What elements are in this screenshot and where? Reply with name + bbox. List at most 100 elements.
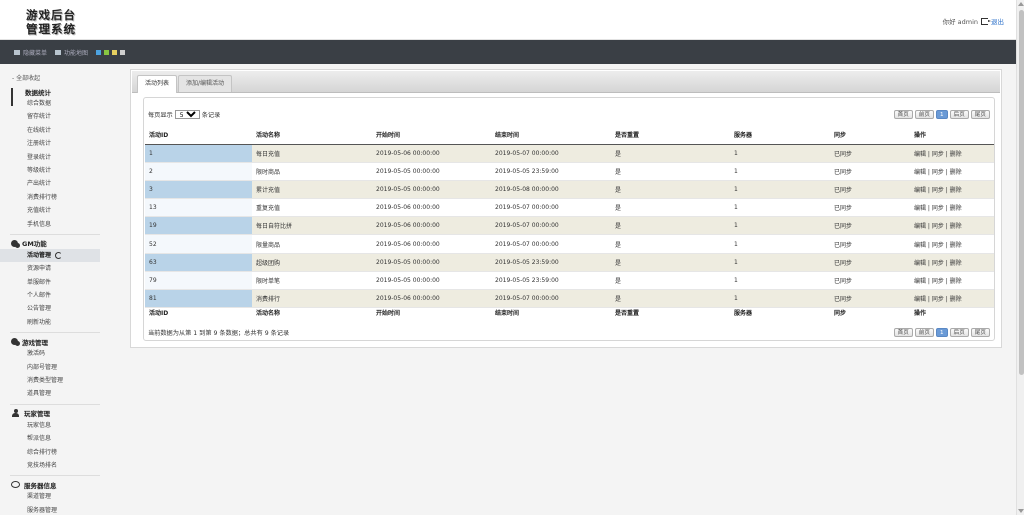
table-row[interactable]: 52 限量商品 2019-05-06 00:00:00 2019-05-07 00:0… bbox=[145, 234, 994, 254]
tab-activity-list[interactable]: 活动列表 bbox=[137, 75, 178, 93]
column-header[interactable]: 开始时间 bbox=[372, 126, 491, 145]
column-header[interactable]: 是否重置 bbox=[611, 126, 730, 145]
sidebar-item[interactable]: 服务器管理 bbox=[0, 504, 100, 515]
sidebar-item[interactable]: 资源申请 bbox=[0, 262, 100, 275]
row-actions[interactable]: 编辑 | 同步 | 删除 bbox=[910, 162, 994, 181]
column-header[interactable]: 操作 bbox=[910, 126, 994, 145]
row-actions[interactable]: 编辑 | 同步 | 删除 bbox=[910, 289, 994, 309]
app-logo[interactable]: 游戏后台 管理系统 bbox=[26, 8, 86, 36]
pager-first[interactable]: 首页 bbox=[893, 327, 913, 337]
row-actions[interactable]: 编辑 | 同步 | 删除 bbox=[910, 144, 994, 163]
table-row[interactable]: 63 超级团购 2019-05-05 00:00:00 2019-05-05 23:5… bbox=[145, 253, 994, 272]
scroll-thumb[interactable] bbox=[1018, 10, 1024, 375]
sidebar-item[interactable]: 消费类型管理 bbox=[0, 374, 100, 387]
column-header[interactable]: 服务器 bbox=[730, 307, 830, 318]
table-cell: 是 bbox=[611, 234, 730, 254]
sidebar-item[interactable]: 刷新功能 bbox=[0, 316, 100, 329]
sidebar-item[interactable]: 手机信息 bbox=[0, 218, 100, 231]
collapse-all-link[interactable]: - 全部收起 bbox=[0, 64, 100, 83]
column-header[interactable]: 同步 bbox=[830, 126, 910, 145]
sidebar-item[interactable]: 活动管理 bbox=[0, 248, 100, 263]
column-header[interactable]: 开始时间 bbox=[372, 307, 491, 318]
pager-last[interactable]: 尾页 bbox=[970, 327, 990, 337]
sidebar-section-header[interactable]: 玩家管理 bbox=[0, 408, 100, 419]
table-cell: 2019-05-07 00:00:00 bbox=[491, 144, 611, 163]
sidebar-item[interactable]: 在线统计 bbox=[0, 124, 100, 137]
sidebar-section-header[interactable]: GM功能 bbox=[0, 238, 100, 249]
pager-current[interactable]: 1 bbox=[936, 109, 948, 119]
row-actions[interactable]: 编辑 | 同步 | 删除 bbox=[910, 271, 994, 291]
sidebar-item[interactable]: 充值统计 bbox=[0, 204, 100, 217]
table-row[interactable]: 1 每日充值 2019-05-06 00:00:00 2019-05-07 00:00… bbox=[145, 144, 994, 163]
table-row[interactable]: 81 消费排行 2019-05-06 00:00:00 2019-05-07 00:0… bbox=[145, 289, 994, 309]
sidebar-item[interactable]: 等级统计 bbox=[0, 164, 100, 177]
table-row[interactable]: 3 累计充值 2019-05-05 00:00:00 2019-05-08 00:00… bbox=[145, 180, 994, 200]
table-row[interactable]: 13 重复充值 2019-05-06 00:00:00 2019-05-07 00:0… bbox=[145, 198, 994, 218]
pager-next[interactable]: 后页 bbox=[949, 327, 969, 337]
sidebar-section: 服务器信息 渠道管理 服务器管理 bbox=[0, 479, 100, 515]
column-header[interactable]: 操作 bbox=[910, 307, 994, 318]
logout-link[interactable]: 退出 bbox=[991, 16, 1004, 26]
sidebar-item[interactable]: 消费排行榜 bbox=[0, 191, 100, 204]
sidebar-item[interactable]: 产出统计 bbox=[0, 177, 100, 190]
column-header[interactable]: 活动ID bbox=[145, 126, 252, 145]
row-actions[interactable]: 编辑 | 同步 | 删除 bbox=[910, 198, 994, 218]
theme-swatch[interactable] bbox=[120, 49, 126, 55]
table-cell: 限时商品 bbox=[252, 162, 372, 181]
sidebar-item[interactable]: 激活码 bbox=[0, 347, 100, 360]
page-size-select[interactable]: 50 bbox=[174, 109, 200, 119]
table-row[interactable]: 2 限时商品 2019-05-05 00:00:00 2019-05-05 23:59… bbox=[145, 162, 994, 181]
sidebar-item[interactable]: 综合数据 bbox=[0, 97, 100, 110]
sidebar-item[interactable]: 综合排行榜 bbox=[0, 446, 100, 459]
sidebar-section-header[interactable]: 游戏管理 bbox=[0, 336, 100, 347]
sidebar-section-header[interactable]: 数据统计 bbox=[0, 86, 100, 106]
hide-menu-button[interactable]: 隐藏菜单 bbox=[14, 48, 47, 57]
row-actions[interactable]: 编辑 | 同步 | 删除 bbox=[910, 216, 994, 236]
pager-first[interactable]: 首页 bbox=[893, 109, 913, 119]
logo-line-2: 管理系统 bbox=[26, 22, 76, 36]
row-actions[interactable]: 编辑 | 同步 | 删除 bbox=[910, 180, 994, 200]
row-actions[interactable]: 编辑 | 同步 | 删除 bbox=[910, 234, 994, 254]
sidebar-item[interactable]: 渠道管理 bbox=[0, 490, 100, 503]
sidebar-item[interactable]: 竞技场排名 bbox=[0, 459, 100, 472]
column-header[interactable]: 结束时间 bbox=[491, 126, 611, 145]
scroll-down-arrow-icon[interactable] bbox=[1018, 509, 1024, 513]
theme-swatch[interactable] bbox=[104, 49, 110, 55]
pager-prev[interactable]: 前页 bbox=[914, 327, 935, 337]
function-map-button[interactable]: 功能地图 bbox=[55, 48, 88, 57]
table-row[interactable]: 19 每日自符比拼 2019-05-06 00:00:00 2019-05-07 00… bbox=[145, 216, 994, 236]
refresh-icon[interactable] bbox=[55, 252, 63, 260]
sidebar-item[interactable]: 玩家信息 bbox=[0, 419, 100, 432]
logout-icon[interactable] bbox=[981, 17, 991, 25]
column-header[interactable]: 是否重置 bbox=[611, 307, 730, 318]
sidebar-item[interactable]: 个人邮件 bbox=[0, 289, 100, 302]
sidebar-item[interactable]: 留存统计 bbox=[0, 110, 100, 123]
pager-next[interactable]: 后页 bbox=[949, 109, 969, 119]
column-header[interactable]: 服务器 bbox=[730, 126, 830, 145]
pager-current[interactable]: 1 bbox=[936, 327, 948, 337]
sidebar-item[interactable]: 内部号管理 bbox=[0, 361, 100, 374]
sidebar-item[interactable]: 道具管理 bbox=[0, 387, 100, 400]
column-header[interactable]: 同步 bbox=[830, 307, 910, 318]
tab-add-edit-activity[interactable]: 添加/编辑活动 bbox=[178, 75, 233, 92]
column-header[interactable]: 结束时间 bbox=[491, 307, 611, 318]
column-header[interactable]: 活动名称 bbox=[252, 307, 372, 318]
table-row[interactable]: 79 限时单笔 2019-05-05 00:00:00 2019-05-05 23:5… bbox=[145, 271, 994, 291]
sidebar-item[interactable]: 注册统计 bbox=[0, 137, 100, 150]
sidebar-item[interactable]: 公告管理 bbox=[0, 302, 100, 315]
sidebar-section-header[interactable]: 服务器信息 bbox=[0, 479, 100, 490]
theme-swatch[interactable] bbox=[112, 49, 118, 55]
sidebar-item[interactable]: 登录统计 bbox=[0, 151, 100, 164]
row-actions[interactable]: 编辑 | 同步 | 删除 bbox=[910, 253, 994, 272]
pager-last[interactable]: 尾页 bbox=[970, 109, 990, 119]
sidebar-item[interactable]: 单服邮件 bbox=[0, 276, 100, 289]
column-header[interactable]: 活动ID bbox=[145, 307, 252, 318]
sidebar-item-list: 玩家信息 帮派信息 综合排行榜 竞技场排名 bbox=[0, 419, 100, 473]
column-header[interactable]: 活动名称 bbox=[252, 126, 372, 145]
scroll-up-arrow-icon[interactable] bbox=[1018, 2, 1024, 6]
sidebar-divider bbox=[10, 403, 100, 405]
theme-swatch[interactable] bbox=[96, 49, 102, 55]
pager-prev[interactable]: 前页 bbox=[914, 109, 935, 119]
page-scrollbar[interactable] bbox=[1016, 0, 1024, 515]
sidebar-item[interactable]: 帮派信息 bbox=[0, 432, 100, 445]
